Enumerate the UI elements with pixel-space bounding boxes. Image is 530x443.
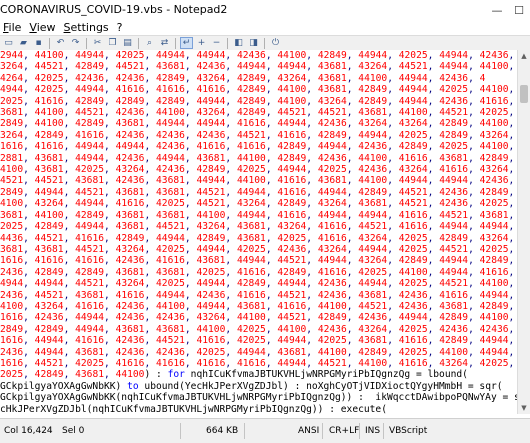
zoom-in-icon[interactable]: + — [195, 37, 208, 49]
status-selection: Sel 0 — [62, 426, 85, 436]
code-text[interactable]: 2944, 44100, 44944, 42025, 44944, 44944,… — [0, 50, 518, 414]
status-divider — [180, 423, 181, 439]
redo-icon[interactable]: ↷ — [69, 37, 82, 49]
toolbar-separator — [49, 37, 50, 49]
cut-icon[interactable]: ✂ — [91, 37, 104, 49]
editor-area[interactable]: 2944, 44100, 44944, 42025, 44944, 44944,… — [0, 50, 518, 414]
word-wrap-icon[interactable]: ↵ — [180, 37, 193, 49]
find-icon[interactable]: ⌕ — [143, 37, 156, 49]
undo-icon[interactable]: ↶ — [54, 37, 67, 49]
title-bar: CORONAVIRUS_COVID-19.vbs - Notepad2 — ☐ — [0, 0, 530, 22]
status-line-endings: CR+LF — [329, 426, 360, 436]
status-lexer: VBScript — [389, 426, 428, 436]
customize-scheme-icon[interactable]: ◨ — [247, 37, 260, 49]
menu-bar: File View Settings ? — [0, 21, 530, 35]
menu-settings[interactable]: Settings — [64, 21, 109, 35]
exit-icon[interactable]: ⏻ — [269, 37, 282, 49]
status-size: 664 KB — [206, 426, 239, 436]
status-bar: Col 16,424 Sel 0 664 KB ANSI CR+LF INS V… — [0, 418, 530, 443]
open-file-icon[interactable]: ▰ — [17, 37, 30, 49]
toolbar-separator — [86, 37, 87, 49]
save-file-icon[interactable]: ▪ — [32, 37, 45, 49]
copy-icon[interactable]: ❐ — [106, 37, 119, 49]
window-controls: — ☐ — [486, 0, 530, 21]
scheme-icon[interactable]: ◧ — [232, 37, 245, 49]
window-title: CORONAVIRUS_COVID-19.vbs - Notepad2 — [0, 3, 228, 16]
toolbar-separator — [264, 37, 265, 49]
status-divider — [322, 423, 323, 439]
maximize-button[interactable]: ☐ — [508, 0, 530, 21]
status-insert-mode: INS — [365, 426, 381, 436]
toolbar: ▭ ▰ ▪ ↶ ↷ ✂ ❐ ▤ ⌕ ⇄ ↵ + − ◧ ◨ ⏻ — [0, 35, 530, 51]
toolbar-separator — [175, 37, 176, 49]
toolbar-separator — [227, 37, 228, 49]
paste-icon[interactable]: ▤ — [121, 37, 134, 49]
status-divider — [359, 423, 360, 439]
minimize-button[interactable]: — — [486, 0, 508, 21]
menu-view[interactable]: View — [29, 21, 55, 35]
status-encoding: ANSI — [298, 426, 320, 436]
toolbar-separator — [138, 37, 139, 49]
menu-file[interactable]: File — [3, 21, 21, 35]
status-divider — [244, 423, 245, 439]
vertical-scrollbar[interactable]: ▲ ▼ — [517, 50, 530, 414]
menu-help[interactable]: ? — [117, 21, 123, 35]
new-file-icon[interactable]: ▭ — [2, 37, 15, 49]
replace-icon[interactable]: ⇄ — [158, 37, 171, 49]
scroll-thumb[interactable] — [520, 84, 528, 103]
scroll-up-arrow-icon[interactable]: ▲ — [518, 50, 530, 62]
zoom-out-icon[interactable]: − — [210, 37, 223, 49]
status-position: Col 16,424 — [4, 426, 53, 436]
scroll-down-arrow-icon[interactable]: ▼ — [518, 402, 530, 414]
status-divider — [383, 423, 384, 439]
